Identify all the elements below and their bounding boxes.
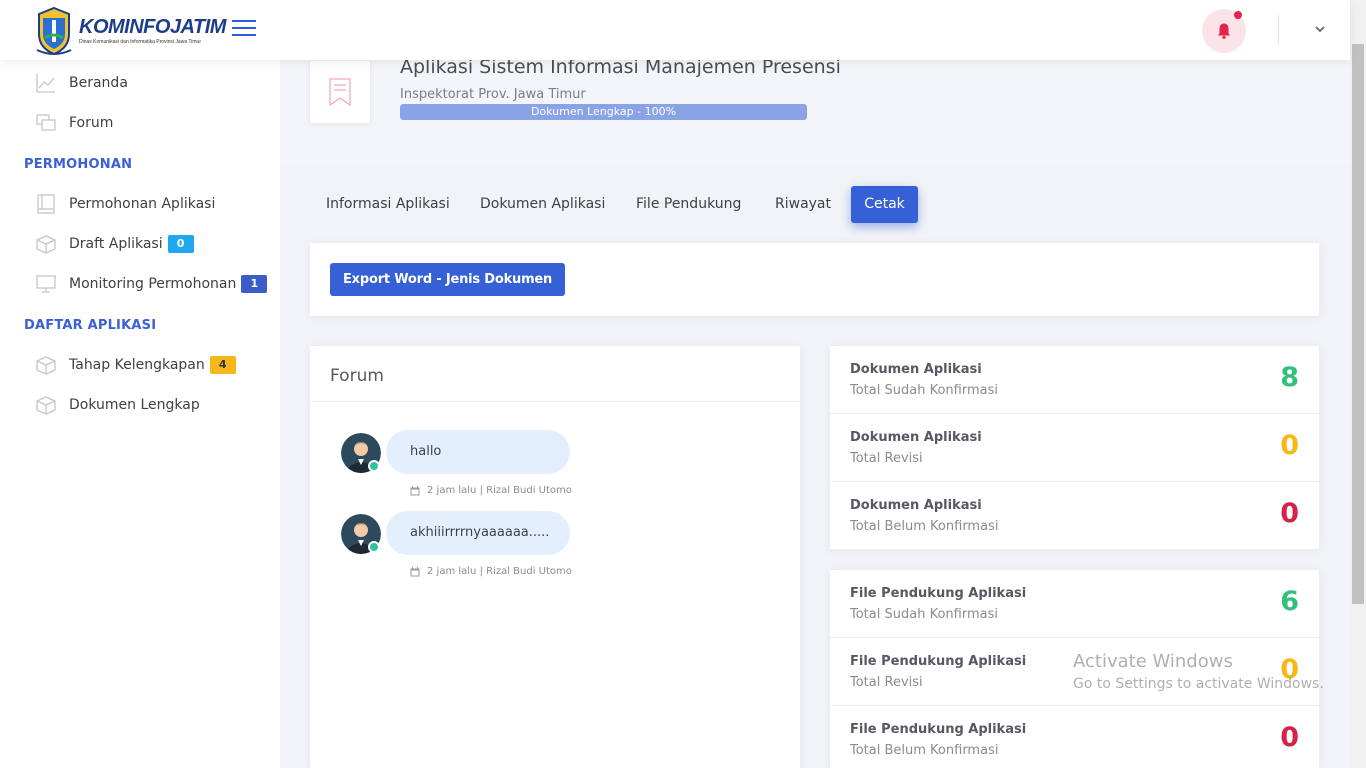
stat-title: Dokumen Aplikasi xyxy=(850,362,982,377)
progress-label: Dokumen Lengkap - 100% xyxy=(530,105,677,118)
stat-row: Dokumen Aplikasi Total Sudah Konfirmasi … xyxy=(830,346,1319,414)
stat-title: File Pendukung Aplikasi xyxy=(850,586,1027,601)
scrollbar-thumb[interactable] xyxy=(1352,44,1364,604)
notification-button[interactable] xyxy=(1202,9,1246,53)
sidebar-item-dokumen-lengkap[interactable]: Dokumen Lengkap xyxy=(36,393,200,417)
bookmark-icon xyxy=(329,78,351,106)
logo-wordmark: KOMINFOJATIM xyxy=(79,16,226,38)
message-meta: 2 jam lalu | Rizal Budi Utomo xyxy=(410,485,572,496)
sidebar-item-label: Dokumen Lengkap xyxy=(69,397,200,413)
document-progress-bar: Dokumen Lengkap - 100% xyxy=(400,104,807,120)
stat-subtitle: Total Sudah Konfirmasi xyxy=(850,607,998,622)
tab-cetak[interactable]: Cetak xyxy=(851,186,918,223)
sidebar: Beranda Forum PERMOHONAN Permohonan Apli… xyxy=(0,60,280,768)
stat-title: File Pendukung Aplikasi xyxy=(850,722,1027,737)
sidebar-item-beranda[interactable]: Beranda xyxy=(36,71,128,95)
sidebar-item-permohonan-aplikasi[interactable]: Permohonan Aplikasi xyxy=(36,192,215,216)
message-meta-text: 2 jam lalu | Rizal Budi Utomo xyxy=(427,485,572,496)
forum-title: Forum xyxy=(330,366,384,386)
stat-title: File Pendukung Aplikasi xyxy=(850,654,1027,669)
page-scrollbar[interactable] xyxy=(1350,0,1366,768)
stat-title: Dokumen Aplikasi xyxy=(850,430,982,445)
stat-subtitle: Total Sudah Konfirmasi xyxy=(850,383,998,398)
tab-informasi-aplikasi[interactable]: Informasi Aplikasi xyxy=(310,186,466,223)
export-word-button[interactable]: Export Word - Jenis Dokumen xyxy=(330,263,566,296)
stat-subtitle: Total Revisi xyxy=(850,451,923,466)
sidebar-item-label: Beranda xyxy=(69,75,128,91)
calendar-icon xyxy=(410,485,420,495)
stat-subtitle: Total Belum Konfirmasi xyxy=(850,519,999,534)
sidebar-item-monitoring-permohonan[interactable]: Monitoring Permohonan 1 xyxy=(36,272,268,296)
monitor-icon xyxy=(36,275,56,293)
stat-subtitle: Total Belum Konfirmasi xyxy=(850,743,999,758)
app-subtitle: Inspektorat Prov. Jawa Timur xyxy=(400,87,586,102)
online-status-dot xyxy=(368,460,380,472)
app-icon-box xyxy=(310,61,370,123)
dokumen-stats-card: Dokumen Aplikasi Total Sudah Konfirmasi … xyxy=(830,346,1319,549)
count-badge: 0 xyxy=(167,235,194,253)
sidebar-item-label: Monitoring Permohonan xyxy=(69,276,237,292)
sidebar-item-label: Permohonan Aplikasi xyxy=(69,196,216,212)
sidebar-item-label: Forum xyxy=(69,115,114,131)
count-badge: 4 xyxy=(209,356,236,374)
sidebar-item-tahap-kelengkapan[interactable]: Tahap Kelengkapan 4 xyxy=(36,353,236,377)
stat-row: Dokumen Aplikasi Total Belum Konfirmasi … xyxy=(830,482,1319,550)
divider xyxy=(310,401,800,402)
stat-value: 0 xyxy=(1280,722,1299,753)
sidebar-section-daftar-aplikasi: DAFTAR APLIKASI xyxy=(24,318,157,333)
forum-card: Forum hallo 2 jam lalu | Rizal Budi Utom… xyxy=(310,346,800,768)
stat-value: 6 xyxy=(1280,586,1299,617)
sidebar-item-label: Draft Aplikasi xyxy=(69,236,163,252)
bell-icon xyxy=(1218,23,1230,40)
windows-activation-watermark: Activate Windows xyxy=(1073,651,1233,672)
box-icon xyxy=(36,396,56,415)
kominfo-logo[interactable]: KOMINFOJATIM Dinas Komunikasi dan Inform… xyxy=(35,6,226,56)
chart-line-icon xyxy=(36,74,55,93)
tab-riwayat[interactable]: Riwayat xyxy=(759,186,847,223)
calendar-icon xyxy=(410,566,420,576)
stat-row: Dokumen Aplikasi Total Revisi 0 xyxy=(830,414,1319,482)
stat-row: File Pendukung Aplikasi Total Belum Konf… xyxy=(830,706,1319,768)
tab-dokumen-aplikasi[interactable]: Dokumen Aplikasi xyxy=(464,186,621,223)
stat-row: File Pendukung Aplikasi Total Revisi 0 xyxy=(830,638,1319,706)
count-badge: 1 xyxy=(241,275,268,293)
top-header: KOMINFOJATIM Dinas Komunikasi dan Inform… xyxy=(0,0,1350,60)
online-status-dot xyxy=(368,541,380,553)
message-meta: 2 jam lalu | Rizal Budi Utomo xyxy=(410,566,572,577)
tab-file-pendukung[interactable]: File Pendukung xyxy=(620,186,757,223)
sidebar-item-draft-aplikasi[interactable]: Draft Aplikasi 0 xyxy=(36,232,194,256)
stat-value: 0 xyxy=(1280,430,1299,461)
stat-title: Dokumen Aplikasi xyxy=(850,498,982,513)
chevron-down-icon[interactable] xyxy=(1313,22,1327,36)
message-meta-text: 2 jam lalu | Rizal Budi Utomo xyxy=(427,566,572,577)
chat-icon xyxy=(36,114,56,131)
jatim-emblem-icon xyxy=(36,6,72,56)
stat-subtitle: Total Revisi xyxy=(850,675,923,690)
box-icon xyxy=(36,356,56,375)
sidebar-section-permohonan: PERMOHONAN xyxy=(24,157,133,172)
sidebar-item-forum[interactable]: Forum xyxy=(36,111,113,135)
stat-value: 0 xyxy=(1280,498,1299,529)
notification-dot xyxy=(1234,11,1242,19)
logo-subtitle: Dinas Komunikasi dan Informatika Provins… xyxy=(79,39,201,45)
header-divider xyxy=(1278,15,1279,45)
sidebar-item-label: Tahap Kelengkapan xyxy=(69,357,205,373)
menu-icon[interactable] xyxy=(232,20,256,38)
windows-activation-hint: Go to Settings to activate Windows. xyxy=(1073,676,1324,692)
book-icon xyxy=(37,194,55,214)
export-card: Export Word - Jenis Dokumen xyxy=(310,243,1319,316)
stat-row: File Pendukung Aplikasi Total Sudah Konf… xyxy=(830,570,1319,638)
chat-message: hallo xyxy=(386,430,570,474)
chat-message: akhiiirrrrnyaaaaaa..... xyxy=(386,511,570,555)
box-icon xyxy=(36,235,56,254)
stat-value: 8 xyxy=(1280,362,1299,393)
